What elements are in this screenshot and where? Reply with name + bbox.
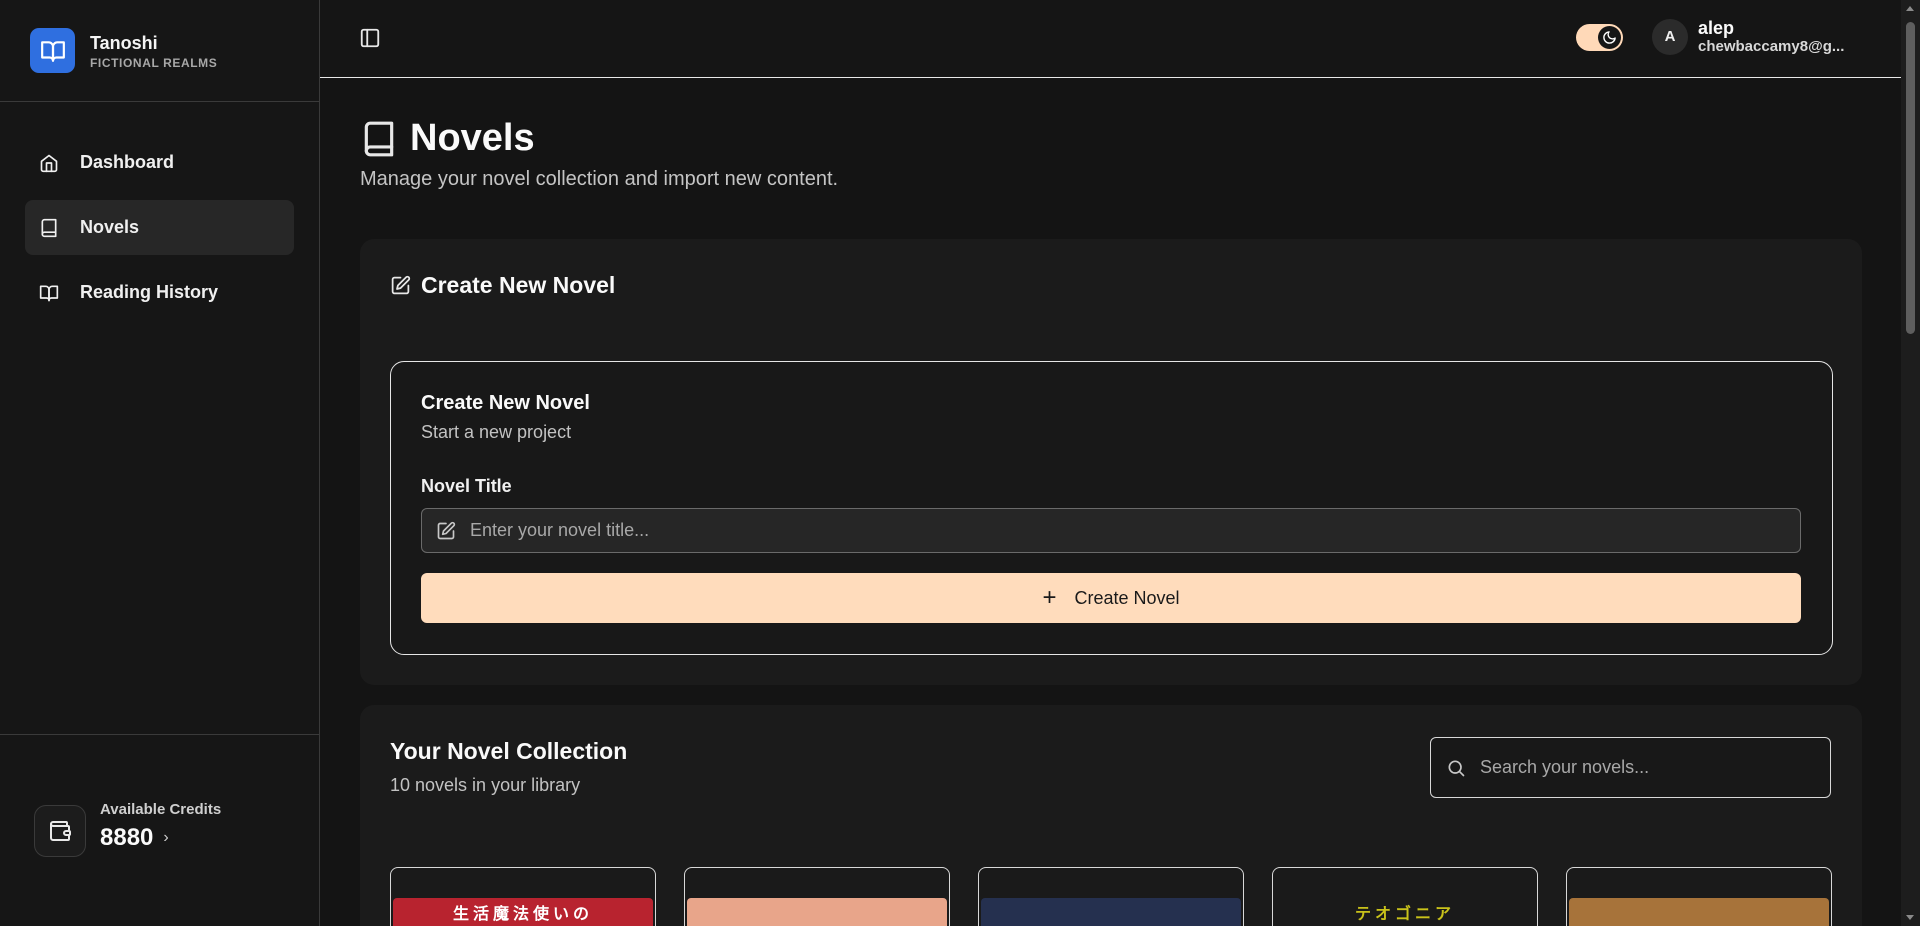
- moon-icon: [1598, 26, 1621, 49]
- chevron-right-icon[interactable]: ›: [163, 829, 168, 847]
- book-icon: [41, 218, 57, 237]
- novel-card[interactable]: [978, 867, 1244, 926]
- brand[interactable]: Tanoshi FICTIONAL REALMS: [0, 0, 319, 102]
- wallet-icon: [34, 805, 86, 857]
- novel-card[interactable]: テオゴニア: [1272, 867, 1538, 926]
- page-header: Novels Manage your novel collection and …: [360, 117, 838, 191]
- edit-icon: [437, 521, 456, 539]
- user-menu[interactable]: A alep chewbaccamy8@g...: [1652, 18, 1858, 55]
- sidebar-nav: Dashboard Novels Reading History: [0, 102, 319, 320]
- cover-title-text: テオゴニア: [1354, 906, 1455, 923]
- cover-title-text: 生活魔法使いの: [452, 906, 593, 923]
- credits-panel[interactable]: Available Credits 8880 ›: [0, 734, 319, 926]
- scrollbar-thumb[interactable]: [1906, 22, 1915, 334]
- create-novel-form: Create New Novel Start a new project Nov…: [390, 361, 1833, 655]
- topbar: A alep chewbaccamy8@g...: [320, 0, 1901, 78]
- page-title: Novels: [410, 117, 535, 159]
- user-email: chewbaccamy8@g...: [1698, 38, 1845, 55]
- scroll-down-arrow-icon[interactable]: [1906, 915, 1914, 920]
- novel-cover-image: テオゴニア: [1275, 898, 1535, 926]
- create-novel-button-label: Create Novel: [1074, 587, 1180, 608]
- sidebar-item-novels[interactable]: Novels: [25, 200, 294, 255]
- novel-title-input[interactable]: [470, 520, 1770, 541]
- novel-card[interactable]: 生活魔法使いの: [390, 867, 656, 926]
- sidebar-item-label: Dashboard: [80, 152, 175, 172]
- book-open-logo-icon: [30, 28, 75, 73]
- novel-title-field[interactable]: [421, 508, 1801, 553]
- create-novel-button[interactable]: + Create Novel: [421, 573, 1801, 623]
- novel-cover-image: 生活魔法使いの: [393, 898, 653, 926]
- novel-title-label: Novel Title: [421, 476, 512, 496]
- search-icon: [1448, 760, 1465, 776]
- novel-card[interactable]: [684, 867, 950, 926]
- collection-title: Your Novel Collection: [390, 738, 628, 764]
- novel-cover-image: [981, 898, 1241, 926]
- novel-grid: 生活魔法使いの テオゴニア: [390, 867, 1832, 926]
- scroll-up-arrow-icon[interactable]: [1906, 6, 1914, 11]
- page-scrollbar[interactable]: [1901, 0, 1920, 926]
- book-icon: [364, 121, 394, 156]
- app-root: Tanoshi FICTIONAL REALMS Dashboard Novel…: [0, 0, 1920, 926]
- form-title: Create New Novel: [421, 392, 590, 414]
- plus-icon: +: [1042, 584, 1057, 611]
- novel-card[interactable]: [1566, 867, 1832, 926]
- sidebar-toggle-icon[interactable]: [359, 27, 381, 49]
- form-subtitle: Start a new project: [421, 422, 572, 442]
- sidebar-item-label: Reading History: [80, 282, 219, 302]
- home-icon: [40, 154, 58, 172]
- novel-collection-card: Your Novel Collection 10 novels in your …: [360, 705, 1862, 926]
- edit-icon: [391, 275, 411, 295]
- book-open-icon: [39, 285, 59, 301]
- section-title: Create New Novel: [421, 272, 616, 298]
- page-subtitle: Manage your novel collection and import …: [360, 168, 839, 190]
- credits-label: Available Credits: [100, 801, 222, 818]
- collection-count: 10 novels in your library: [390, 775, 581, 795]
- brand-tagline: FICTIONAL REALMS: [90, 55, 218, 70]
- novel-cover-image: [687, 898, 947, 926]
- user-name: alep: [1698, 18, 1735, 38]
- sidebar-item-reading-history[interactable]: Reading History: [25, 265, 294, 320]
- search-input[interactable]: [1480, 757, 1810, 778]
- main-content: Novels Manage your novel collection and …: [320, 79, 1901, 926]
- create-novel-card: Create New Novel Create New Novel Start …: [360, 239, 1862, 685]
- brand-name: Tanoshi: [90, 32, 158, 53]
- sidebar: Tanoshi FICTIONAL REALMS Dashboard Novel…: [0, 0, 320, 926]
- avatar: A: [1652, 18, 1688, 55]
- theme-toggle[interactable]: [1576, 24, 1623, 51]
- credits-value: 8880: [100, 824, 154, 851]
- novel-cover-image: [1569, 898, 1829, 926]
- sidebar-item-dashboard[interactable]: Dashboard: [25, 135, 294, 190]
- sidebar-item-label: Novels: [80, 217, 140, 237]
- search-field[interactable]: [1430, 737, 1831, 798]
